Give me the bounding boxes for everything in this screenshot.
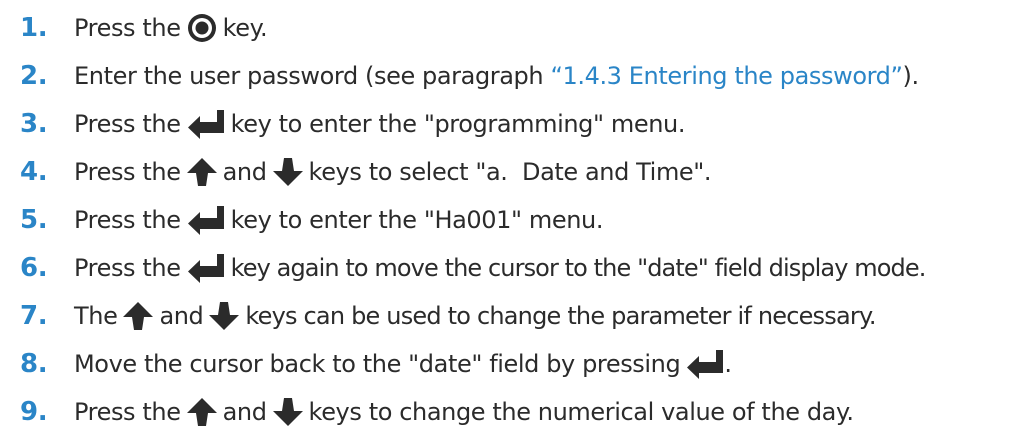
down-arrow-key-icon bbox=[272, 398, 303, 426]
step-text: Press the and keys to select "a. Date an… bbox=[74, 158, 712, 186]
step-1: 1. Press the key. bbox=[0, 4, 1036, 52]
step-text-part: The bbox=[74, 302, 118, 330]
step-text-part: ). bbox=[902, 62, 920, 90]
step-text-part: keys to select "a. Date and Time". bbox=[308, 158, 712, 186]
step-number: 8. bbox=[20, 349, 48, 379]
step-2: 2. Enter the user password (see paragrap… bbox=[0, 52, 1036, 100]
step-text: Press the key again to move the cursor t… bbox=[74, 253, 927, 283]
step-text-part: and bbox=[222, 398, 267, 426]
step-3: 3. Press the key to enter the "programmi… bbox=[0, 100, 1036, 148]
step-text-part: and bbox=[222, 158, 267, 186]
step-text: Press the key to enter the "programming"… bbox=[74, 109, 685, 139]
step-text-part: key. bbox=[222, 14, 268, 42]
enter-key-icon bbox=[187, 205, 225, 235]
step-text-part: Press the bbox=[74, 206, 181, 234]
enter-key-icon bbox=[187, 109, 225, 139]
step-text-part: keys to change the numerical value of th… bbox=[308, 398, 854, 426]
step-6: 6. Press the key again to move the curso… bbox=[0, 244, 1036, 292]
step-number: 9. bbox=[20, 397, 48, 427]
step-text-part: key to enter the "Ha001" menu. bbox=[230, 206, 604, 234]
step-text-part: Press the bbox=[74, 398, 181, 426]
record-key-icon bbox=[187, 13, 217, 43]
step-text-part: Press the bbox=[74, 110, 181, 138]
step-text-part: Enter the user password (see paragraph bbox=[74, 62, 544, 90]
step-text-part: Press the bbox=[74, 158, 181, 186]
step-7: 7. The and keys can be used to change th… bbox=[0, 292, 1036, 340]
up-arrow-key-icon bbox=[186, 158, 217, 186]
step-text: Move the cursor back to the "date" field… bbox=[74, 349, 732, 379]
step-text: Press the key. bbox=[74, 13, 268, 43]
step-number: 5. bbox=[20, 205, 48, 235]
enter-key-icon bbox=[187, 253, 225, 283]
step-text-part: . bbox=[724, 350, 732, 378]
paragraph-reference-link[interactable]: “1.4.3 Entering the password” bbox=[550, 62, 902, 90]
step-text-part: Press the bbox=[74, 14, 181, 42]
step-text: Enter the user password (see paragraph “… bbox=[74, 62, 919, 90]
step-4: 4. Press the and keys to select "a. Date… bbox=[0, 148, 1036, 196]
step-number: 2. bbox=[20, 61, 48, 91]
step-5: 5. Press the key to enter the "Ha001" me… bbox=[0, 196, 1036, 244]
step-text: Press the key to enter the "Ha001" menu. bbox=[74, 205, 603, 235]
step-number: 1. bbox=[20, 13, 48, 43]
up-arrow-key-icon bbox=[186, 398, 217, 426]
step-number: 3. bbox=[20, 109, 48, 139]
step-text-part: and bbox=[159, 302, 204, 330]
step-text-part: key again to move the cursor to the "dat… bbox=[230, 254, 927, 282]
step-text-part: key to enter the "programming" menu. bbox=[230, 110, 686, 138]
step-9: 9. Press the and keys to change the nume… bbox=[0, 388, 1036, 436]
step-number: 7. bbox=[20, 301, 48, 331]
step-8: 8. Move the cursor back to the "date" fi… bbox=[0, 340, 1036, 388]
step-number: 4. bbox=[20, 157, 48, 187]
step-text-part: Move the cursor back to the "date" field… bbox=[74, 350, 681, 378]
step-text: Press the and keys to change the numeric… bbox=[74, 398, 854, 426]
step-text-part: Press the bbox=[74, 254, 181, 282]
step-text-part: keys can be used to change the parameter… bbox=[245, 302, 876, 330]
step-text: The and keys can be used to change the p… bbox=[74, 302, 877, 330]
enter-key-icon bbox=[686, 349, 724, 379]
up-arrow-key-icon bbox=[123, 302, 154, 330]
down-arrow-key-icon bbox=[272, 158, 303, 186]
down-arrow-key-icon bbox=[209, 302, 240, 330]
step-number: 6. bbox=[20, 253, 48, 283]
